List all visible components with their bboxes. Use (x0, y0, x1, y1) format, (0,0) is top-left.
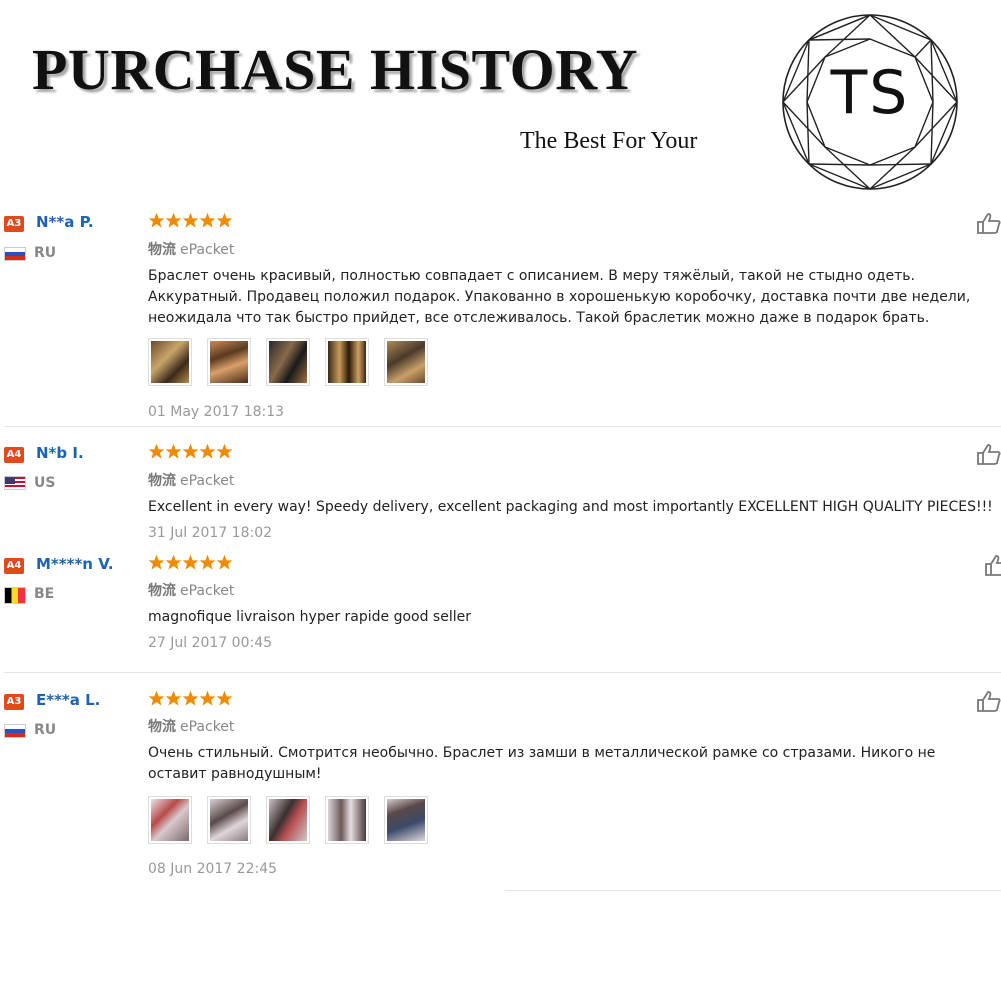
buyer-country: US (34, 475, 56, 491)
review-photo-thumbnail[interactable] (266, 796, 311, 844)
star-icon (165, 443, 182, 459)
review-date: 27 Jul 2017 00:45 (148, 635, 273, 651)
star-rating (148, 212, 233, 232)
logistics-info: 物流 ePacket (148, 470, 234, 490)
review-photo-thumbnail[interactable] (148, 338, 192, 386)
star-icon (148, 690, 165, 706)
star-rating (148, 443, 233, 463)
review-photos (148, 338, 438, 388)
logistics-value: ePacket (180, 242, 235, 258)
review-photo-thumbnail[interactable] (266, 338, 311, 386)
review-photo-thumbnail[interactable] (384, 338, 429, 386)
buyer-country: RU (34, 245, 57, 261)
star-rating (148, 554, 233, 574)
star-icon (182, 690, 199, 706)
logistics-info: 物流 ePacket (148, 716, 234, 736)
logistics-label: 物流 (148, 719, 176, 735)
review-date: 31 Jul 2017 18:02 (148, 525, 273, 541)
buyer-country: BE (34, 586, 55, 602)
review-divider (4, 426, 1001, 427)
thumbs-up-icon[interactable] (976, 690, 1001, 712)
buyer-level-badge: A3 (4, 216, 24, 232)
thumbs-up-icon[interactable] (976, 212, 1001, 234)
star-icon (199, 443, 216, 459)
review-comment: Очень стильный. Смотрится необычно. Брас… (148, 745, 936, 782)
logistics-label: 物流 (148, 242, 176, 258)
review-comment: Excellent in every way! Speedy delivery,… (148, 499, 993, 515)
logistics-label: 物流 (148, 473, 176, 489)
review-divider (4, 672, 1001, 673)
star-icon (182, 212, 199, 228)
review-date: 01 May 2017 18:13 (148, 404, 285, 420)
review-photo-thumbnail[interactable] (325, 796, 370, 844)
star-icon (165, 690, 182, 706)
logistics-value: ePacket (180, 719, 235, 735)
star-icon (216, 212, 233, 228)
buyer-level-badge: A4 (4, 447, 24, 463)
star-icon (216, 690, 233, 706)
star-icon (165, 554, 182, 570)
star-icon (216, 443, 233, 459)
star-icon (148, 554, 165, 570)
review-comment: magnofique livraison hyper rapide good s… (148, 609, 471, 625)
logistics-value: ePacket (180, 473, 235, 489)
review-divider (505, 890, 1001, 891)
flag-belgium-icon (4, 587, 26, 604)
buyer-name: N*b I. (36, 444, 84, 462)
star-icon (182, 443, 199, 459)
flag-russia-icon (4, 724, 26, 738)
buyer-name: M****n V. (36, 555, 114, 573)
star-icon (199, 554, 216, 570)
review-photo-thumbnail[interactable] (325, 338, 370, 386)
star-icon (199, 690, 216, 706)
buyer-country: RU (34, 722, 57, 738)
review-comment: Браслет очень красивый, полностью совпад… (148, 268, 971, 326)
logistics-info: 物流 ePacket (148, 239, 234, 259)
thumbs-up-icon[interactable] (976, 443, 1001, 465)
review-photo-thumbnail[interactable] (384, 796, 429, 844)
star-icon (148, 443, 165, 459)
flag-usa-icon (4, 476, 26, 490)
review-date: 08 Jun 2017 22:45 (148, 861, 278, 877)
page-title: PURCHASE HISTORY (32, 37, 638, 102)
star-icon (199, 212, 216, 228)
buyer-level-badge: A3 (4, 694, 24, 710)
star-icon (182, 554, 199, 570)
thumbs-up-icon[interactable] (984, 554, 1001, 576)
star-icon (148, 212, 165, 228)
review-photo-thumbnail[interactable] (148, 796, 192, 844)
logistics-value: ePacket (180, 583, 235, 599)
buyer-level-badge: A4 (4, 558, 24, 574)
flag-russia-icon (4, 247, 26, 261)
logo-monogram: TS (830, 58, 910, 128)
review-photos (148, 796, 438, 846)
review-photo-thumbnail[interactable] (207, 338, 252, 386)
star-rating (148, 690, 233, 710)
buyer-name: N**a P. (36, 213, 94, 231)
logistics-label: 物流 (148, 583, 176, 599)
star-icon (216, 554, 233, 570)
logistics-info: 物流 ePacket (148, 580, 234, 600)
tagline: The Best For Your (520, 128, 698, 154)
buyer-name: E***a L. (36, 691, 101, 709)
star-icon (165, 212, 182, 228)
review-photo-thumbnail[interactable] (207, 796, 252, 844)
